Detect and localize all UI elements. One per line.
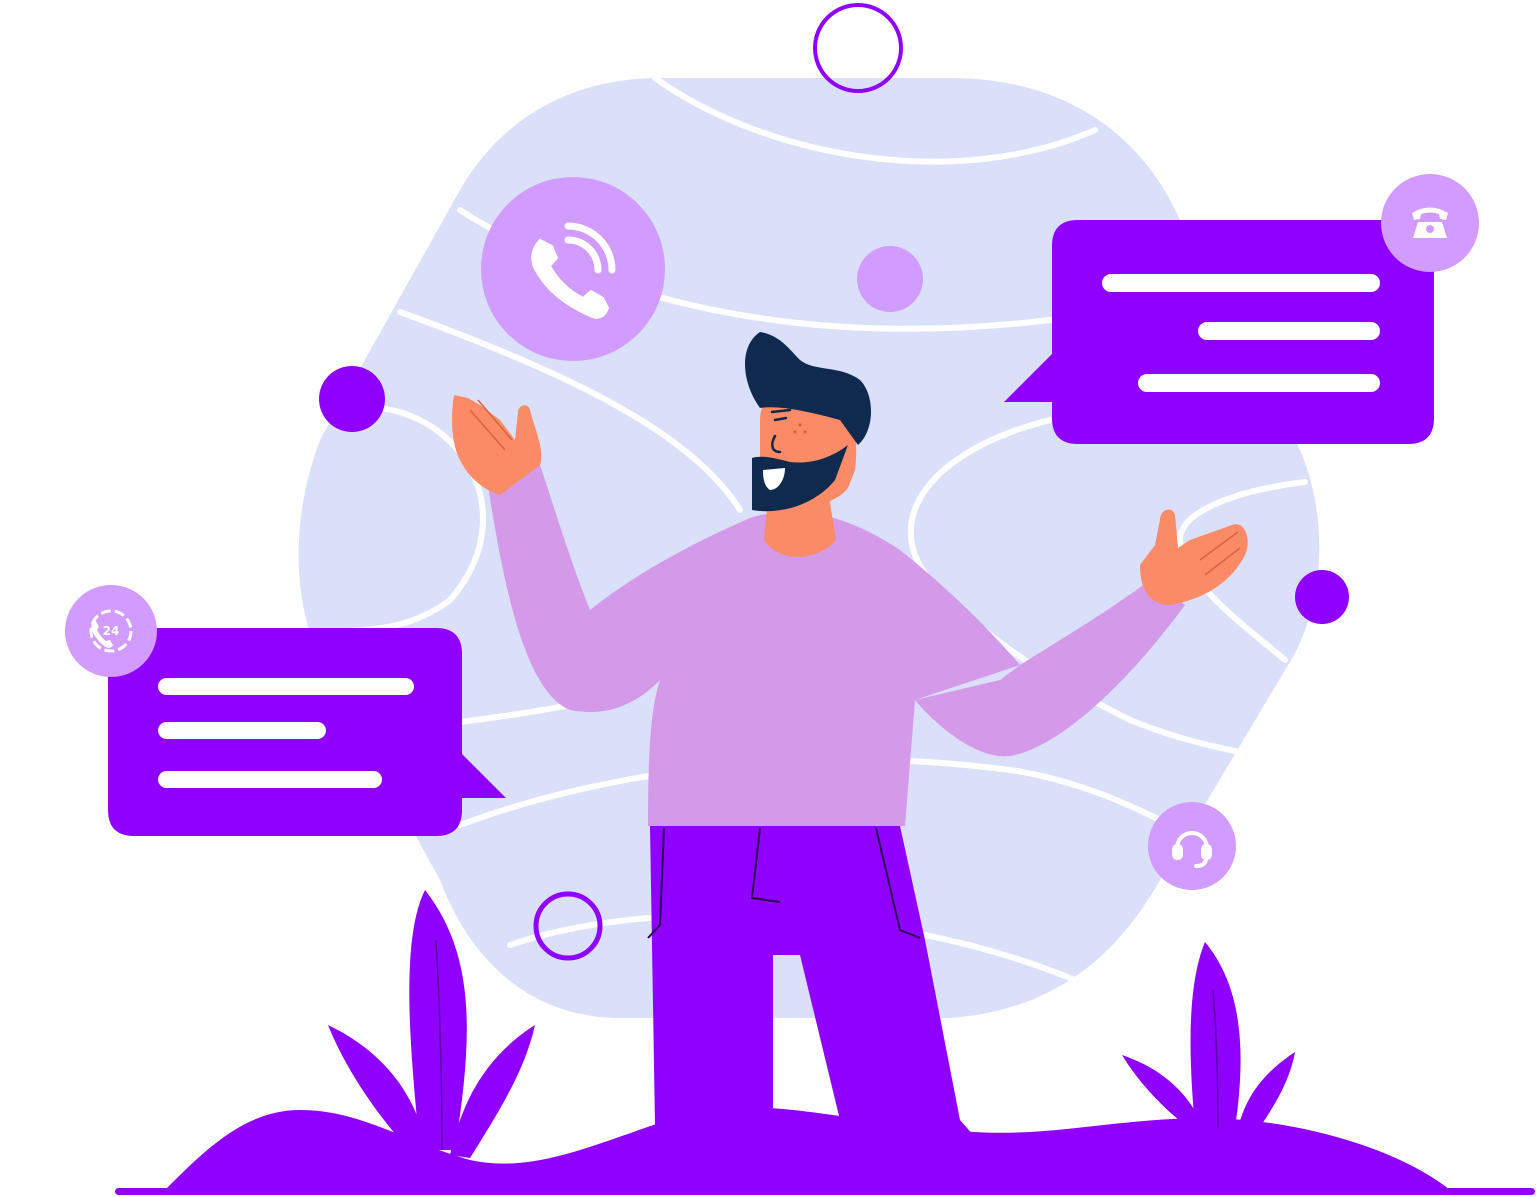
ground-line <box>115 1188 1535 1195</box>
speech-bubble-left <box>108 628 506 836</box>
plant-right <box>1122 942 1295 1130</box>
dot-decoration-right <box>1295 570 1349 624</box>
message-line <box>1102 274 1380 292</box>
speech-bubble-right <box>1004 220 1434 444</box>
message-line <box>158 678 414 695</box>
message-line <box>158 771 382 788</box>
support-24h-label: 24 <box>103 624 120 638</box>
message-line <box>1198 322 1380 340</box>
dot-decoration-center <box>857 246 923 312</box>
support-24h-badge: 24 <box>65 585 157 677</box>
message-line <box>158 722 326 739</box>
headset-badge <box>1148 802 1236 890</box>
phone-ringing-badge <box>481 177 665 361</box>
telephone-badge <box>1381 174 1479 272</box>
support-illustration: 24 <box>65 3 1535 1195</box>
dot-decoration-left <box>319 366 385 432</box>
message-line <box>1138 374 1380 392</box>
